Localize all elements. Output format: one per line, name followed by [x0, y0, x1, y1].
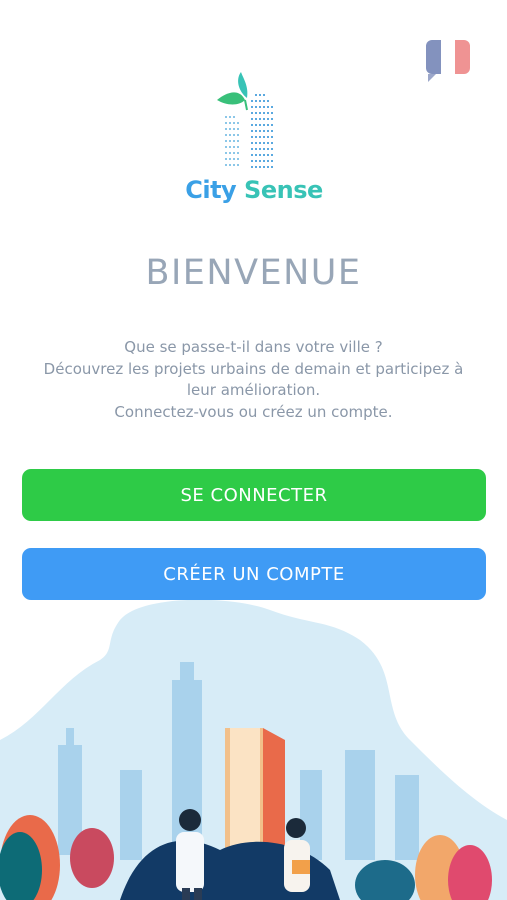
- city-sense-logo: City Sense: [183, 70, 325, 210]
- create-account-button[interactable]: CRÉER UN COMPTE: [22, 548, 486, 600]
- city-building-icon: [217, 72, 273, 168]
- intro-line: Connectez-vous ou créez un compte.: [114, 402, 393, 421]
- login-button[interactable]: SE CONNECTER: [22, 469, 486, 521]
- intro-line: Que se passe-t-il dans votre ville ?: [124, 338, 383, 356]
- intro-line: Découvrez les projets urbains de demain …: [43, 359, 464, 378]
- intro-text: Que se passe-t-il dans votre ville ? Déc…: [20, 337, 487, 423]
- city-illustration: [0, 600, 507, 900]
- page-title: BIENVENUE: [145, 253, 362, 293]
- intro-line: leur amélioration.: [186, 381, 321, 399]
- city-sense-wordmark: City Sense: [185, 176, 323, 204]
- language-flag-icon[interactable]: [426, 40, 470, 82]
